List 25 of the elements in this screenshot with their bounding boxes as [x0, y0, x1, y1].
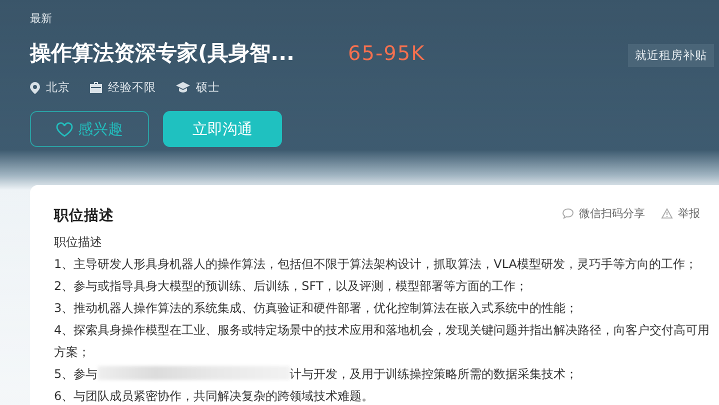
degree-text: 硕士 — [196, 80, 220, 95]
job-title: 操作算法资深专家(具身智... — [30, 40, 296, 67]
new-label: 最新 — [30, 11, 52, 26]
location-pin-icon — [30, 82, 40, 94]
description-line: 3、推动机器人操作算法的系统集成、仿真验证和硬件部署，优化控制算法在嵌入式系统中的性能； — [54, 300, 579, 317]
briefcase-icon — [90, 82, 102, 93]
location-text: 北京 — [46, 80, 70, 95]
warning-icon — [661, 208, 673, 219]
benefit-tag: 就近租房补贴 — [628, 44, 714, 67]
chat-bubble-icon — [562, 208, 574, 219]
section-title: 职位描述 — [54, 206, 114, 225]
description-text: 5、参与 — [54, 367, 98, 381]
description-line: 4、探索具身操作模型在工业、服务或特定场景中的技术应用和落地机会，发现关键问题并指出解决路径，向客户交付高可用方案； — [54, 322, 711, 361]
description-line: 1、主导研发人形具身机器人的操作算法，包括但不限于算法架构设计，抓取算法，VLA模型研发，灵巧手等方向的工作； — [54, 256, 698, 273]
report-link[interactable]: 举报 — [678, 206, 700, 221]
description-line: 职位描述 — [54, 234, 103, 251]
graduation-cap-icon — [176, 82, 190, 93]
experience-text: 经验不限 — [108, 80, 156, 95]
salary: 65-95K — [348, 41, 426, 65]
description-line: 2、参与或指导具身大模型的预训练、后训练，SFT，以及评测，模型部署等方面的工作； — [54, 278, 528, 295]
heart-icon — [56, 122, 73, 136]
description-text: 计与开发，及用于训练操控策略所需的数据采集技术； — [290, 367, 578, 381]
description-line: 6、与团队成员紧密协作，共同解决复杂的跨领域技术难题。 — [54, 388, 375, 405]
share-link[interactable]: 微信扫码分享 — [579, 206, 645, 221]
interest-button[interactable]: 感兴趣 — [30, 111, 149, 147]
